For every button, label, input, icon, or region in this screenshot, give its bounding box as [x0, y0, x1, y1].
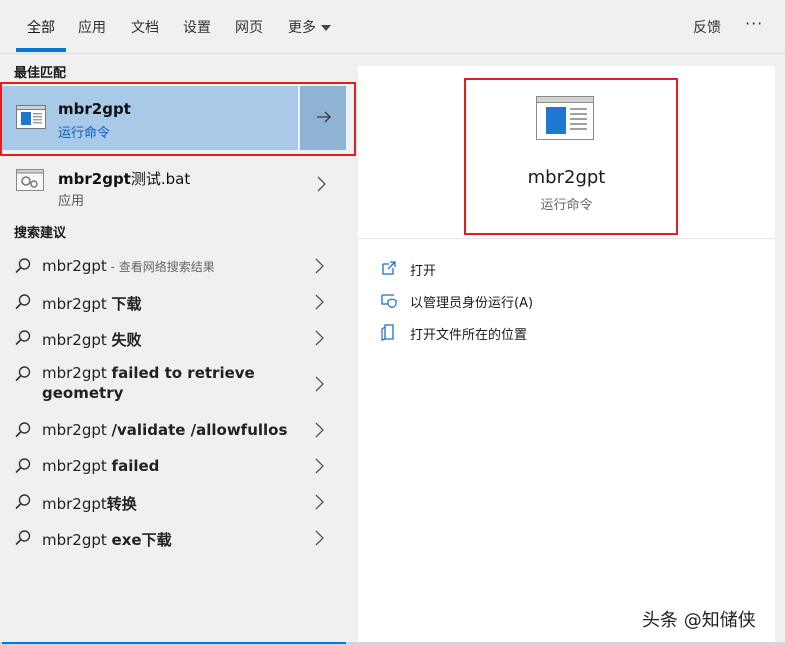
tab-more-label: 更多	[288, 20, 316, 36]
app-result-title: mbr2gpt测试.bat	[58, 170, 191, 188]
app-result-item[interactable]: mbr2gpt测试.bat 应用	[0, 158, 346, 209]
action-open-file-location[interactable]: 打开文件所在的位置	[380, 322, 600, 343]
more-options-button[interactable]: ···	[745, 14, 763, 33]
tab-web[interactable]: 网页	[235, 17, 263, 37]
action-run-as-admin-label: 以管理员身份运行(A)	[410, 296, 534, 311]
chevron-right-icon	[315, 330, 324, 346]
action-open[interactable]: 打开	[380, 258, 580, 279]
tab-all[interactable]: 全部	[27, 17, 55, 37]
search-suggestions-heading: 搜索建议	[14, 226, 67, 241]
chevron-right-icon	[315, 258, 324, 274]
search-icon	[15, 330, 31, 346]
suggestion-item[interactable]: mbr2gpt - 查看网络搜索结果	[0, 252, 346, 284]
suggestion-text: mbr2gpt failed	[42, 457, 160, 475]
chevron-right-icon	[315, 376, 324, 392]
tab-documents[interactable]: 文档	[131, 17, 159, 37]
folder-location-icon	[381, 324, 394, 341]
suggestion-item[interactable]: mbr2gpt exe下载	[0, 524, 346, 556]
results-panel: 最佳匹配 mbr2gpt 运行命令 mbr2gpt测试.bat 应用 搜索建议 …	[0, 54, 356, 646]
suggestion-item[interactable]: mbr2gpt /validate /allowfullos	[0, 416, 346, 448]
suggestion-text: mbr2gpt failed to retrieve geometry	[42, 364, 255, 402]
action-open-label: 打开	[410, 264, 437, 279]
search-icon	[15, 530, 31, 546]
batch-file-icon	[16, 169, 44, 191]
suggestion-item[interactable]: mbr2gpt转换	[0, 488, 346, 520]
best-match-heading: 最佳匹配	[14, 66, 67, 81]
action-open-file-location-label: 打开文件所在的位置	[410, 328, 528, 343]
chevron-right-icon	[315, 294, 324, 310]
suggestion-text: mbr2gpt exe下载	[42, 531, 172, 549]
tab-settings[interactable]: 设置	[183, 17, 211, 37]
chevron-right-icon	[315, 422, 324, 438]
open-icon	[382, 261, 396, 275]
watermark: 头条 @知储侠	[642, 610, 756, 631]
search-icon	[15, 258, 31, 274]
shield-icon	[381, 294, 397, 309]
suggestion-text: mbr2gpt转换	[42, 495, 137, 513]
suggestion-text: mbr2gpt 下载	[42, 295, 142, 313]
feedback-button[interactable]: 反馈	[693, 17, 721, 37]
suggestion-text: mbr2gpt 失败	[42, 331, 142, 349]
preview-panel: mbr2gpt 运行命令 打开 以管理员身份运行(A) 打开文件所在的位置	[358, 66, 775, 646]
search-box-edge	[2, 642, 346, 644]
search-icon	[15, 366, 31, 382]
search-icon	[15, 494, 31, 510]
chevron-right-icon	[315, 494, 324, 510]
action-run-as-admin[interactable]: 以管理员身份运行(A)	[380, 290, 600, 311]
search-icon	[15, 294, 31, 310]
app-result-subtitle: 应用	[58, 194, 85, 209]
search-filter-tabs: 全部 应用 文档 设置 网页 更多 反馈 ···	[0, 0, 785, 54]
chevron-right-icon	[315, 458, 324, 474]
active-tab-indicator	[16, 48, 66, 52]
suggestion-item[interactable]: mbr2gpt 失败	[0, 324, 346, 356]
chevron-right-icon	[317, 176, 326, 192]
suggestion-item[interactable]: mbr2gpt 下载	[0, 288, 346, 320]
suggestion-text: mbr2gpt /validate /allowfullos	[42, 421, 288, 439]
suggestion-item[interactable]: mbr2gpt failed	[0, 452, 346, 484]
preview-divider	[358, 238, 775, 239]
tab-more[interactable]: 更多	[288, 17, 331, 37]
search-icon	[15, 422, 31, 438]
highlight-box-best-match	[0, 82, 356, 156]
suggestion-item[interactable]: mbr2gpt failed to retrieve geometry	[0, 360, 346, 408]
highlight-box-preview	[464, 78, 678, 235]
chevron-right-icon	[315, 530, 324, 546]
tab-apps[interactable]: 应用	[78, 17, 106, 37]
suggestion-text: mbr2gpt - 查看网络搜索结果	[42, 257, 215, 275]
search-icon	[15, 458, 31, 474]
chevron-down-icon	[321, 25, 331, 31]
